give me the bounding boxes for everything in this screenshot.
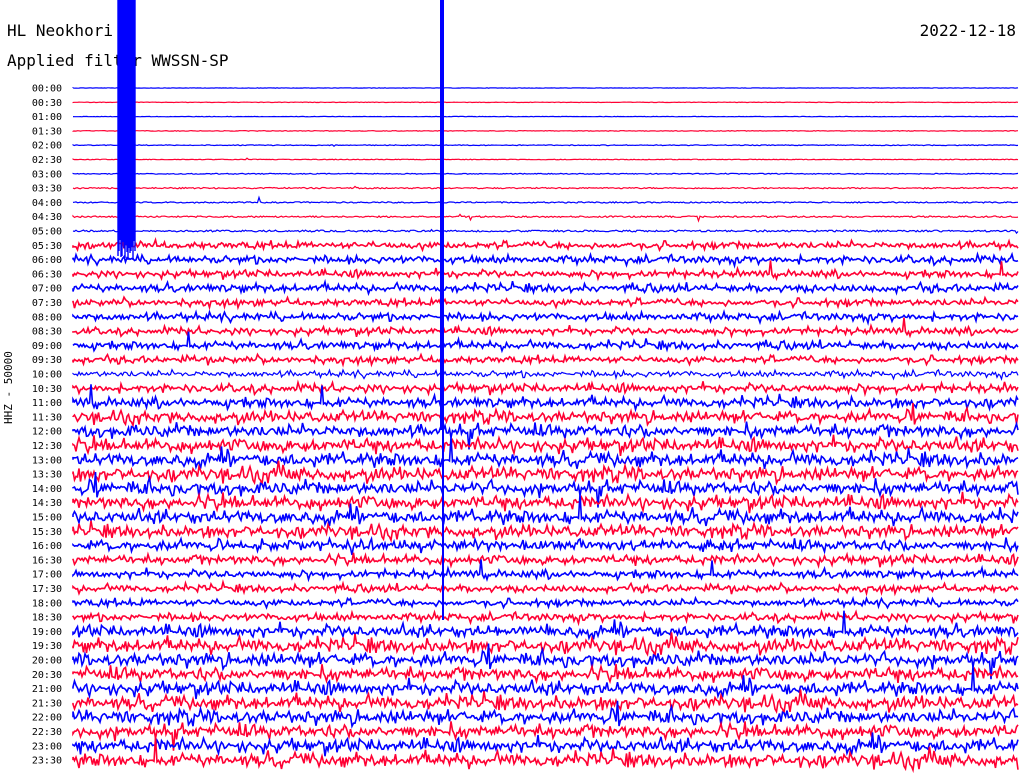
time-tick-labels: 00:00 00:30 01:00 01:30 02:00 02:30 03:00 03:30…: [32, 84, 62, 767]
seismic-trace-0130: [72, 129, 1019, 132]
tick-label: 07:30: [32, 298, 62, 309]
seismic-trace-1600: [72, 535, 1019, 556]
tick-label: 23:30: [32, 756, 62, 767]
seismic-trace-1130: [72, 402, 1019, 428]
tick-label: 04:00: [32, 198, 62, 209]
seismic-trace-0400: [72, 195, 1018, 204]
trace-group: [72, 0, 1019, 774]
tick-label: 03:00: [32, 169, 62, 180]
seismic-trace-1430: [72, 491, 1019, 514]
tick-label: 16:30: [32, 555, 62, 566]
seismic-trace-2030: [72, 663, 1019, 685]
tick-label: 00:00: [32, 84, 62, 95]
tick-label: 12:30: [32, 441, 62, 452]
tick-label: 01:00: [32, 112, 62, 123]
seismic-trace-1930: [72, 632, 1019, 659]
tick-label: 09:30: [32, 355, 62, 366]
tick-label: 09:00: [32, 341, 62, 352]
tick-label: 06:00: [32, 255, 62, 266]
seismic-trace-1730: [72, 578, 1019, 597]
seismic-trace-0830: [72, 317, 1019, 339]
tick-label: 02:30: [32, 155, 62, 166]
seismic-trace-1000: [72, 368, 1019, 381]
tick-label: 01:30: [32, 126, 62, 137]
vertical-spike: [440, 0, 444, 620]
seismic-trace-0730: [72, 295, 1019, 311]
seismic-trace-0930: [72, 352, 1019, 368]
tick-label: 19:30: [32, 641, 62, 652]
tick-label: 18:30: [32, 613, 62, 624]
tick-label: 19:00: [32, 627, 62, 638]
seismic-trace-1800: [72, 595, 1019, 610]
tick-label: 10:30: [32, 384, 62, 395]
tick-label: 17:30: [32, 584, 62, 595]
seismic-trace-0800: [72, 309, 1019, 327]
seismic-trace-1230: [72, 434, 1019, 457]
tick-label: 08:00: [32, 312, 62, 323]
helicorder-plot: 00:00 00:30 01:00 01:30 02:00 02:30 03:00 03:30…: [32, 0, 1019, 774]
tick-label: 14:30: [32, 498, 62, 509]
tick-label: 03:30: [32, 184, 62, 195]
seismic-trace-0330: [72, 185, 1019, 190]
seismic-trace-0430: [72, 213, 1019, 223]
seismic-trace-0500: [72, 228, 1019, 235]
tick-label: 05:30: [32, 241, 62, 252]
tick-label: 14:00: [32, 484, 62, 495]
seismic-trace-1530: [72, 520, 1019, 544]
seismic-trace-0230: [72, 157, 1019, 161]
seismic-trace-0530: [72, 237, 1019, 253]
tick-label: 18:00: [32, 598, 62, 609]
seismic-trace-0200: [72, 144, 1019, 147]
tick-label: 00:30: [32, 98, 62, 109]
seismic-trace-2300: [72, 732, 1019, 757]
seismic-trace-1830: [72, 608, 1019, 627]
tick-label: 02:00: [32, 141, 62, 152]
tick-label: 15:30: [32, 527, 62, 538]
large-event-burst: [117, 0, 136, 260]
tick-label: 22:30: [32, 727, 62, 738]
tick-label: 22:00: [32, 713, 62, 724]
seismic-trace-1630: [72, 551, 1019, 569]
tick-label: 11:30: [32, 412, 62, 423]
seismic-trace-0600: [72, 251, 1019, 269]
seismic-trace-0300: [72, 172, 1019, 175]
tick-label: 05:00: [32, 227, 62, 238]
seismic-trace-1900: [72, 610, 1019, 641]
tick-label: 04:30: [32, 212, 62, 223]
tick-label: 13:00: [32, 455, 62, 466]
seismic-trace-1030: [72, 379, 1019, 398]
tick-label: 21:00: [32, 684, 62, 695]
tick-label: 07:00: [32, 284, 62, 295]
tick-label: 16:00: [32, 541, 62, 552]
tick-label: 17:00: [32, 570, 62, 581]
tick-label: 06:30: [32, 269, 62, 280]
tick-label: 10:00: [32, 370, 62, 381]
tick-label: 23:00: [32, 741, 62, 752]
seismic-trace-0630: [72, 260, 1019, 282]
seismic-trace-0900: [72, 331, 1019, 354]
tick-label: 20:30: [32, 670, 62, 681]
tick-label: 12:00: [32, 427, 62, 438]
tick-label: 08:30: [32, 327, 62, 338]
tick-label: 21:30: [32, 698, 62, 709]
tick-label: 20:00: [32, 656, 62, 667]
tick-label: 15:00: [32, 513, 62, 524]
tick-label: 11:00: [32, 398, 62, 409]
seismic-trace-0700: [72, 278, 1019, 297]
tick-label: 13:30: [32, 470, 62, 481]
